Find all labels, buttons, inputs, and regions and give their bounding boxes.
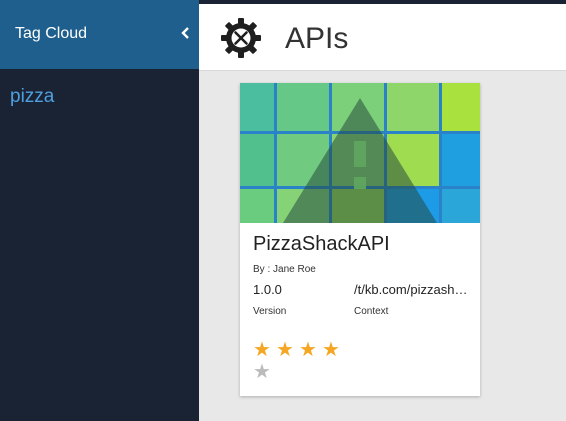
api-provider: By : Jane Roe <box>253 264 316 275</box>
warning-triangle-icon <box>283 98 437 223</box>
api-name[interactable]: PizzaShackAPI <box>253 233 390 256</box>
page-header: APIs <box>199 4 566 71</box>
star-rating: ★ ★ ★ ★★ <box>253 337 363 381</box>
sidebar-title: Tag Cloud <box>15 25 88 42</box>
api-card[interactable]: PizzaShackAPI By : Jane Roe 1.0.0 Versio… <box>240 83 480 396</box>
page-title: APIs <box>285 22 349 55</box>
sidebar-header: Tag Cloud <box>0 0 199 69</box>
chevron-left-icon[interactable] <box>180 26 192 40</box>
star-filled-icon: ★ <box>299 337 317 361</box>
api-version-value: 1.0.0 <box>253 282 282 297</box>
star-filled-icon: ★ <box>253 337 271 361</box>
api-context-label: Context <box>354 306 389 317</box>
star-empty-icon: ★ <box>253 359 271 383</box>
gear-tools-icon <box>221 18 261 58</box>
tag-link-pizza[interactable]: pizza <box>10 86 54 108</box>
star-filled-icon: ★ <box>322 337 340 361</box>
api-context-value: /t/kb.com/pizzashack/1.0.0 <box>354 282 474 297</box>
api-thumbnail[interactable] <box>240 83 480 223</box>
star-filled-icon: ★ <box>276 337 294 361</box>
sidebar: Tag Cloud pizza <box>0 0 199 421</box>
api-version-label: Version <box>253 306 287 317</box>
